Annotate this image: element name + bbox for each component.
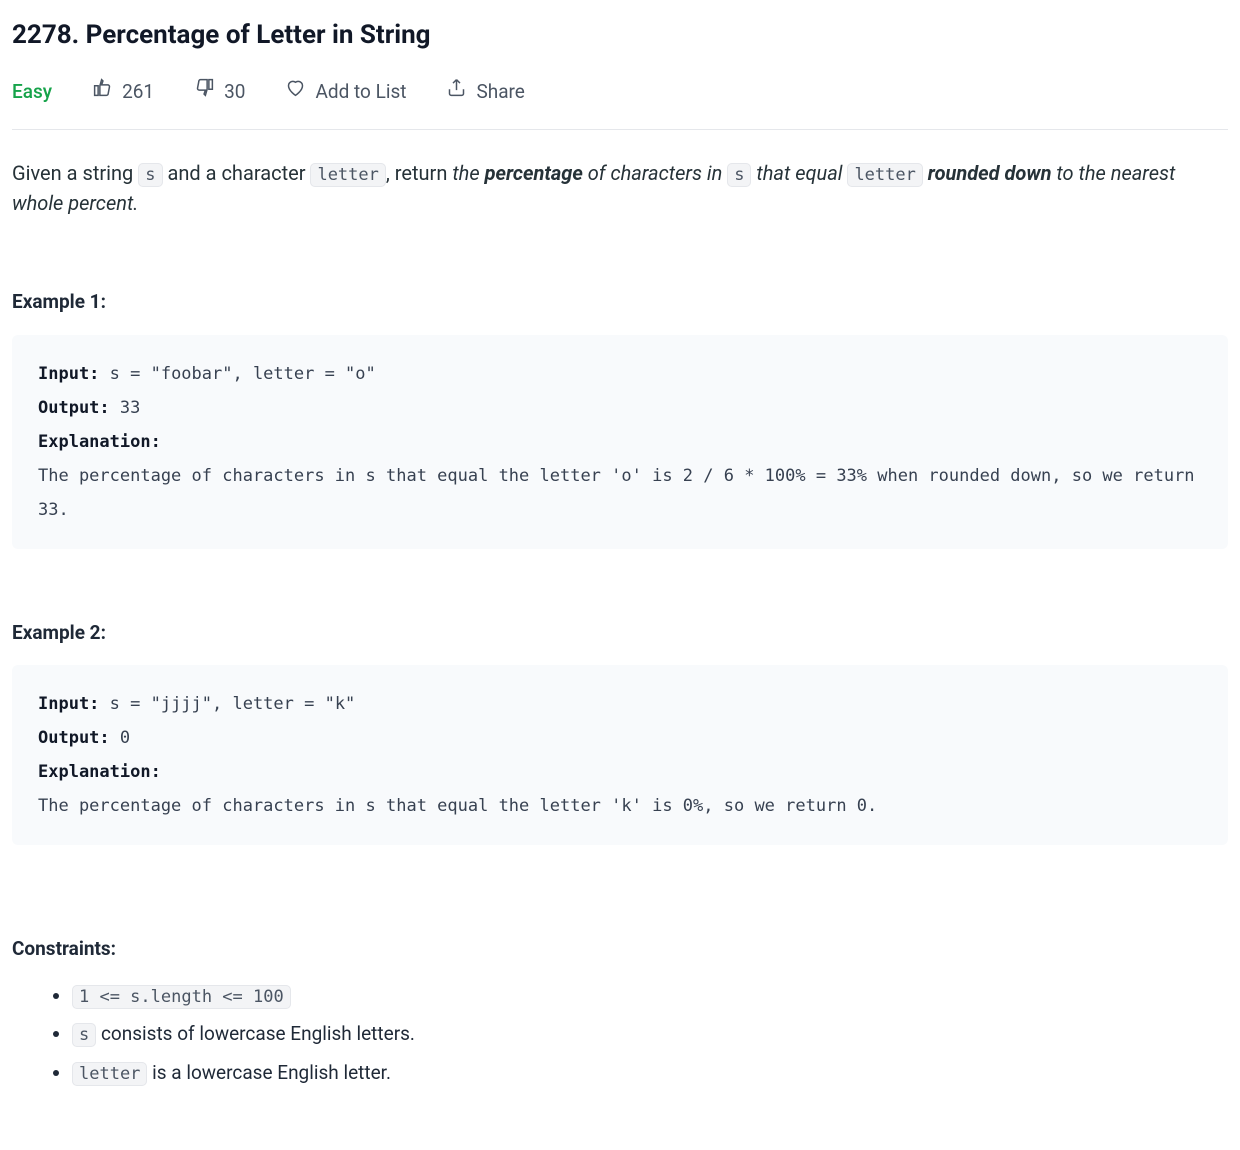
desc-text: of characters in: [583, 161, 727, 185]
add-to-list-button[interactable]: Add to List: [285, 77, 406, 107]
dislike-count: 30: [224, 78, 245, 107]
desc-text: the: [452, 161, 484, 185]
code-inline: s: [727, 163, 751, 187]
code-inline: letter: [310, 163, 385, 187]
share-label: Share: [476, 78, 524, 107]
example-block: Input: s = "jjjj", letter = "k" Output: …: [12, 665, 1228, 845]
constraints-heading: Constraints:: [12, 935, 1228, 964]
explanation-text: The percentage of characters in s that e…: [38, 796, 877, 816]
input-label: Input:: [38, 364, 99, 384]
code-inline: letter: [847, 163, 922, 187]
problem-title: 2278. Percentage of Letter in String: [12, 16, 1228, 55]
problem-description: Given a string s and a character letter,…: [12, 158, 1228, 219]
code-inline: letter: [72, 1062, 147, 1086]
output-label: Output:: [38, 728, 110, 748]
desc-text: and a character: [163, 161, 311, 185]
constraint-text: is a lowercase English letter.: [147, 1061, 391, 1084]
code-inline: s: [72, 1023, 96, 1047]
input-value: s = "jjjj", letter = "k": [99, 694, 355, 714]
input-label: Input:: [38, 694, 99, 714]
explanation-label: Explanation:: [38, 432, 161, 452]
difficulty-badge: Easy: [12, 78, 52, 107]
constraints-list: 1 <= s.length <= 100 s consists of lower…: [12, 982, 1228, 1088]
example-heading: Example 2:: [12, 619, 1228, 648]
example-heading: Example 1:: [12, 288, 1228, 317]
code-inline: s: [138, 163, 162, 187]
desc-text: that equal: [751, 161, 847, 185]
add-to-list-label: Add to List: [315, 78, 406, 107]
explanation-text: The percentage of characters in s that e…: [38, 466, 1205, 520]
constraint-item: letter is a lowercase English letter.: [72, 1059, 1228, 1088]
meta-row: Easy 261 30 Add to List Share: [12, 77, 1228, 130]
output-value: 0: [110, 728, 130, 748]
desc-text: Given a string: [12, 161, 138, 185]
heart-icon: [285, 77, 306, 107]
share-icon: [446, 77, 467, 107]
like-count: 261: [122, 78, 154, 107]
desc-text: rounded down: [923, 161, 1052, 185]
like-button[interactable]: 261: [92, 77, 154, 107]
share-button[interactable]: Share: [446, 77, 524, 107]
input-value: s = "foobar", letter = "o": [99, 364, 375, 384]
desc-text: percentage: [485, 161, 583, 185]
code-inline: 1 <= s.length <= 100: [72, 985, 291, 1009]
output-label: Output:: [38, 398, 110, 418]
output-value: 33: [110, 398, 141, 418]
dislike-button[interactable]: 30: [194, 77, 245, 107]
constraint-text: consists of lowercase English letters.: [96, 1022, 415, 1045]
thumbs-down-icon: [194, 77, 215, 107]
desc-text: , return: [386, 161, 452, 185]
explanation-label: Explanation:: [38, 762, 161, 782]
constraint-item: 1 <= s.length <= 100: [72, 982, 1228, 1011]
example-block: Input: s = "foobar", letter = "o" Output…: [12, 335, 1228, 549]
thumbs-up-icon: [92, 77, 113, 107]
constraint-item: s consists of lowercase English letters.: [72, 1020, 1228, 1049]
